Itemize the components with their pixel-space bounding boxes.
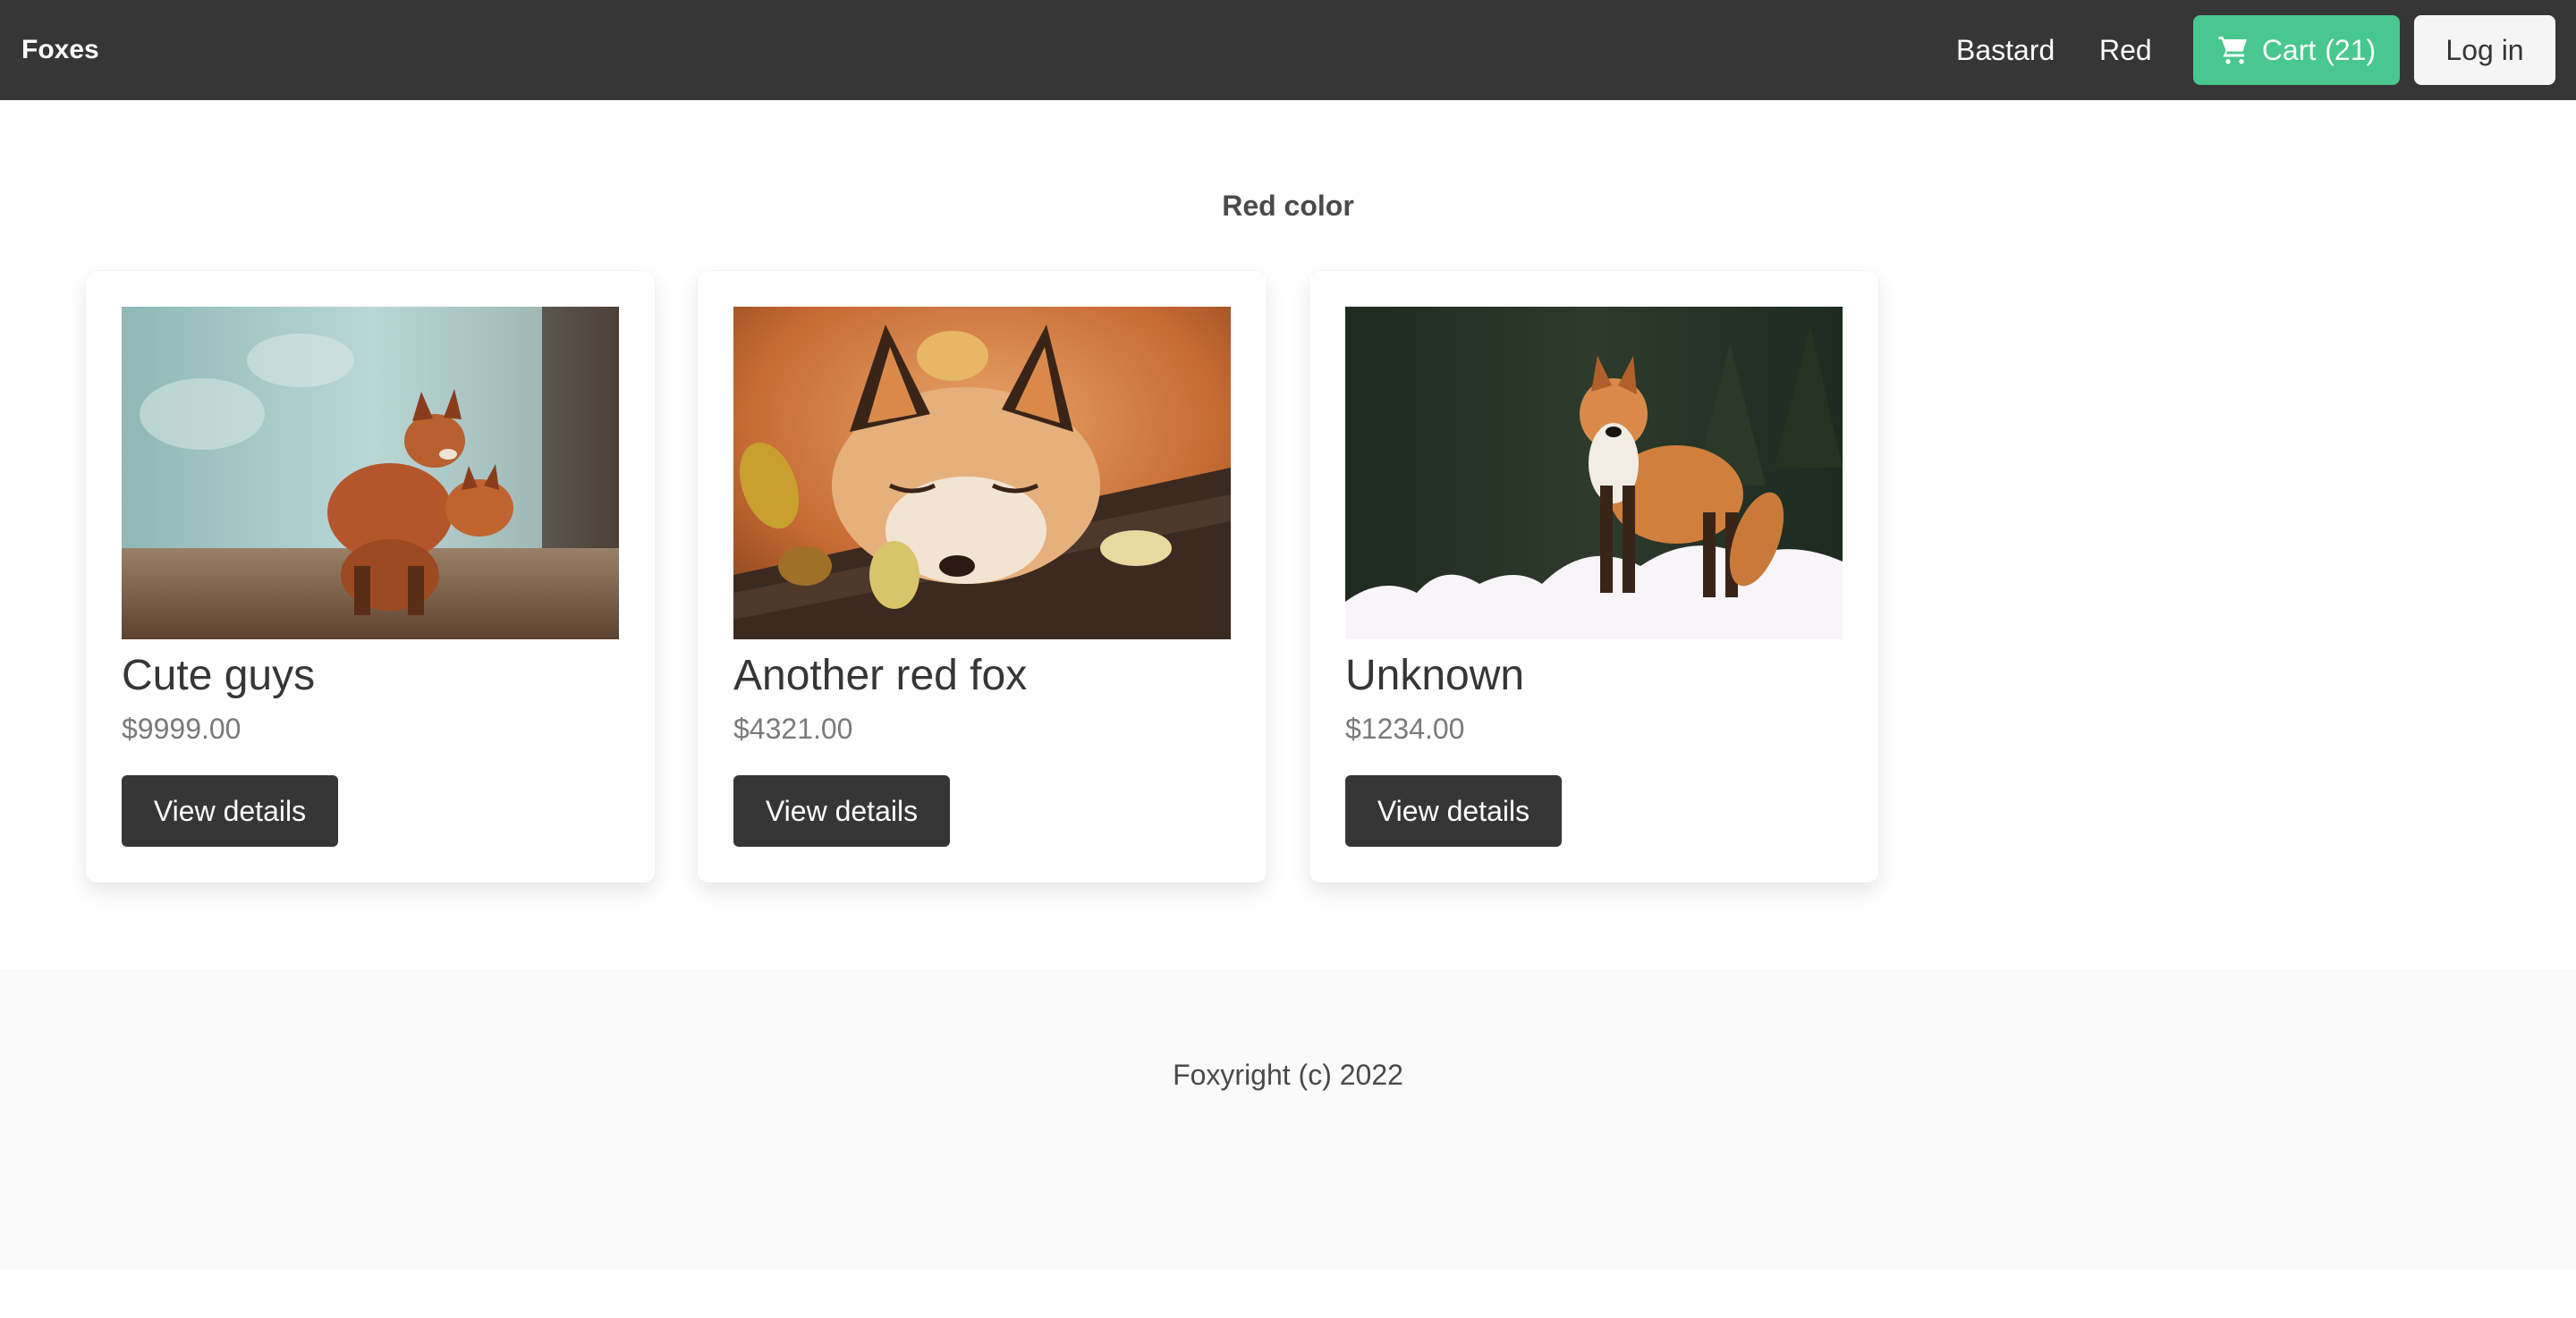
navbar: Foxes Bastard Red Cart (21) Log in — [0, 0, 2576, 100]
cart-count: (21) — [2325, 33, 2377, 66]
cart-button[interactable]: Cart (21) — [2193, 15, 2400, 85]
nav-link-red[interactable]: Red — [2099, 0, 2152, 100]
footer: Foxyright (c) 2022 — [0, 969, 2576, 1270]
login-button[interactable]: Log in — [2414, 15, 2555, 85]
product-card: Another red fox $4321.00 View details — [698, 271, 1267, 883]
product-title: Unknown — [1345, 652, 1525, 699]
product-image-fox-in-snow[interactable] — [1345, 307, 1843, 639]
view-details-button[interactable]: View details — [1345, 775, 1562, 847]
product-image-sleeping-fox[interactable] — [733, 307, 1231, 639]
product-card: Cute guys $9999.00 View details — [86, 271, 655, 883]
nav-link-bastard[interactable]: Bastard — [1956, 0, 2055, 100]
shopping-cart-icon — [2217, 34, 2250, 66]
view-details-button[interactable]: View details — [122, 775, 338, 847]
product-image-fox-cubs[interactable] — [122, 307, 619, 639]
product-title: Another red fox — [733, 652, 1028, 699]
view-details-button[interactable]: View details — [733, 775, 950, 847]
product-card: Unknown $1234.00 View details — [1309, 271, 1878, 883]
cart-label: Cart — [2261, 33, 2317, 66]
brand-logo-link[interactable]: Foxes — [21, 0, 99, 100]
product-title: Cute guys — [122, 652, 316, 699]
product-price: $4321.00 — [733, 713, 853, 745]
product-price: $9999.00 — [122, 713, 242, 745]
section-title: Red color — [1222, 190, 1354, 222]
product-price: $1234.00 — [1345, 713, 1465, 745]
copyright-text: Foxyright (c) 2022 — [1173, 1059, 1403, 1091]
